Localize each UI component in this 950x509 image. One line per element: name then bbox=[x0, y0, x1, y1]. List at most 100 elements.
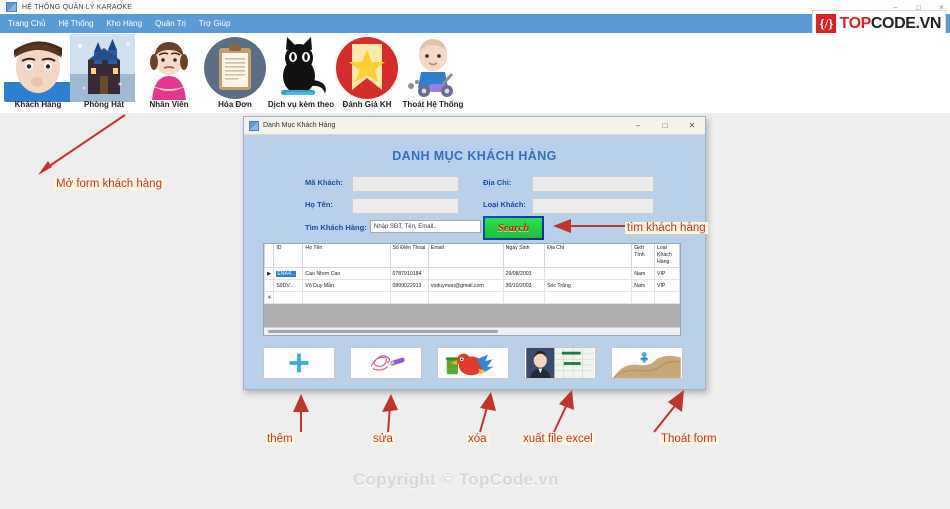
col-header-email[interactable]: Email bbox=[427, 244, 504, 269]
customer-face-icon bbox=[4, 34, 72, 102]
col-header-rowmarker[interactable] bbox=[263, 244, 275, 269]
label-tim-khach-hang: Tìm Khách Hàng: bbox=[305, 223, 367, 232]
menu-item-trang-chu[interactable]: Trang Chủ bbox=[8, 19, 46, 28]
toolbar-item-hoa-don[interactable]: Hóa Đơn bbox=[199, 33, 271, 109]
customer-dialog: Danh Mục Khách Hàng – □ ✕ DANH MỤC KHÁCH… bbox=[243, 116, 706, 390]
cell-sdt: 0899022913 bbox=[389, 279, 429, 293]
col-header-id[interactable]: ID bbox=[273, 244, 304, 269]
arrow-edit bbox=[382, 394, 398, 433]
cell-email: voduyman@gmail.com bbox=[427, 279, 504, 293]
menu-item-he-thong[interactable]: Hệ Thống bbox=[59, 19, 94, 28]
employee-woman-icon bbox=[135, 34, 203, 102]
dialog-heading: DANH MỤC KHÁCH HÀNG bbox=[392, 149, 557, 163]
application-window: HỆ THỐNG QUẢN LÝ KARAOKE – □ × Trang Chủ… bbox=[0, 0, 950, 509]
cell-ngay-sinh: 29/08/2003 bbox=[502, 267, 546, 281]
table-row[interactable]: S9DV... Võ Duy Mẫn 0899022913 voduyman@g… bbox=[263, 279, 680, 293]
code-brackets-icon: {/} bbox=[816, 14, 837, 34]
main-window-titlebar: HỆ THỐNG QUẢN LÝ KARAOKE – □ × bbox=[0, 0, 950, 15]
label-ma-khach: Mã Khách: bbox=[305, 178, 343, 187]
table-row-new[interactable]: ✳ bbox=[263, 291, 680, 305]
table-header-row: ID Họ Tên Số Điện Thoại Email Ngày Sinh … bbox=[263, 244, 680, 269]
add-button[interactable] bbox=[263, 347, 335, 379]
edit-button[interactable] bbox=[350, 347, 422, 379]
grid-horizontal-scrollbar[interactable] bbox=[264, 327, 680, 335]
col-header-loai-khach-hang[interactable]: Loại Khách Hàng bbox=[654, 244, 680, 269]
watermark: Copyright © TopCode.vn bbox=[353, 470, 559, 489]
arrow-add bbox=[293, 394, 309, 432]
logo-top-text: TOP bbox=[839, 15, 871, 32]
annotation-delete: xóa bbox=[466, 433, 489, 445]
row-marker: ▶ bbox=[263, 267, 275, 281]
plus-add-icon bbox=[264, 348, 334, 378]
cell-gioi-tinh: Nam bbox=[631, 279, 656, 293]
col-header-ngay-sinh[interactable]: Ngày Sinh bbox=[502, 244, 546, 269]
cell-id bbox=[273, 291, 304, 305]
toolbar-item-thoat[interactable]: Thoát Hệ Thống bbox=[397, 33, 469, 109]
arrow-exit bbox=[653, 390, 684, 433]
search-button-label: Search bbox=[497, 222, 530, 234]
ma-khach-input[interactable] bbox=[352, 176, 459, 192]
col-header-gioi-tinh[interactable]: Giới Tính bbox=[631, 244, 656, 269]
delete-button[interactable] bbox=[437, 347, 509, 379]
cell-gioi-tinh bbox=[631, 291, 656, 305]
toolbar-item-dich-vu[interactable]: Dịch vụ kèm theo bbox=[265, 33, 337, 109]
dialog-close-icon[interactable]: ✕ bbox=[688, 121, 696, 130]
menu-item-kho-hang[interactable]: Kho Hàng bbox=[107, 19, 143, 28]
menu-item-quan-tri[interactable]: Quản Trị bbox=[155, 19, 186, 28]
cell-ngay-sinh: 30/10/2003 bbox=[502, 279, 546, 293]
toolbar-item-phong-hat[interactable]: Phòng Hát bbox=[68, 33, 140, 109]
new-row-marker: ✳ bbox=[263, 291, 275, 305]
black-cat-icon bbox=[267, 34, 335, 102]
col-header-so-dien-thoai[interactable]: Số Điện Thoại bbox=[389, 244, 429, 269]
search-button[interactable]: Search bbox=[483, 216, 544, 240]
cell-email bbox=[427, 291, 504, 305]
cell-dia-chi bbox=[544, 267, 633, 281]
cell-sdt bbox=[389, 291, 429, 305]
form-icon bbox=[249, 120, 259, 131]
castle-room-icon bbox=[70, 34, 138, 102]
label-ho-ten: Họ Tên: bbox=[305, 200, 333, 209]
col-header-dia-chi[interactable]: Địa Chỉ bbox=[544, 244, 633, 269]
menu-item-tro-giup[interactable]: Trợ Giúp bbox=[199, 19, 231, 28]
cell-email bbox=[427, 267, 504, 281]
cell-id: S9DV... bbox=[273, 279, 304, 293]
cell-dia-chi: Sóc Trăng bbox=[544, 279, 633, 293]
dialog-maximize-icon[interactable]: □ bbox=[661, 121, 669, 130]
main-menubar: Trang Chủ Hệ Thống Kho Hàng Quản Trị Trợ… bbox=[0, 14, 950, 33]
toolbar-item-danh-gia[interactable]: Đánh Giá KH bbox=[331, 33, 403, 109]
cell-loai-khach: VIP bbox=[654, 267, 680, 281]
dialog-minimize-icon[interactable]: – bbox=[634, 121, 642, 130]
table-row[interactable]: ▶ ENA4... Cao Nhơn Cao 0787910184 29/08/… bbox=[263, 267, 680, 281]
arrow-export bbox=[553, 390, 574, 433]
pencil-edit-icon bbox=[351, 348, 421, 378]
dialog-titlebar: Danh Mục Khách Hàng – □ ✕ bbox=[244, 117, 705, 135]
cell-ho-ten: Cao Nhơn Cao bbox=[302, 267, 391, 281]
annotation-edit: sửa bbox=[371, 433, 395, 445]
cell-loai-khach bbox=[654, 291, 680, 305]
cell-id: ENA4... bbox=[273, 267, 304, 281]
arrow-open-form bbox=[38, 114, 126, 175]
dialog-title: Danh Mục Khách Hàng bbox=[263, 122, 336, 129]
cell-ngay-sinh bbox=[502, 291, 546, 305]
toolbar-item-khach-hang[interactable]: Khách Hàng bbox=[2, 33, 74, 109]
cell-ho-ten: Võ Duy Mẫn bbox=[302, 279, 391, 293]
cell-gioi-tinh: Nam bbox=[631, 267, 656, 281]
ho-ten-input[interactable] bbox=[352, 198, 459, 214]
loai-khach-input[interactable] bbox=[532, 198, 654, 214]
logo-code-text: CODE.VN bbox=[870, 15, 942, 32]
search-input[interactable]: Nhập SĐT, Tên, Email.. bbox=[370, 220, 481, 233]
annotation-open-form: Mở form khách hàng bbox=[54, 178, 164, 190]
toolbar-label-dich-vu: Dịch vụ kèm theo bbox=[267, 100, 335, 109]
annotation-export: xuất file excel bbox=[521, 433, 595, 445]
grid-empty-area bbox=[264, 304, 680, 327]
customer-datagrid[interactable]: ID Họ Tên Số Điện Thoại Email Ngày Sinh … bbox=[263, 243, 681, 336]
label-loai-khach: Loại Khách: bbox=[483, 200, 526, 209]
cell-dia-chi bbox=[544, 291, 633, 305]
col-header-ho-ten[interactable]: Họ Tên bbox=[302, 244, 391, 269]
dialog-action-buttons bbox=[263, 347, 686, 379]
exit-form-button[interactable] bbox=[611, 347, 683, 379]
annotation-search: tìm khách hàng bbox=[625, 222, 708, 234]
toolbar-item-nhan-vien[interactable]: Nhân Viên bbox=[133, 33, 205, 109]
dia-chi-input[interactable] bbox=[532, 176, 654, 192]
export-excel-button[interactable] bbox=[524, 347, 596, 379]
